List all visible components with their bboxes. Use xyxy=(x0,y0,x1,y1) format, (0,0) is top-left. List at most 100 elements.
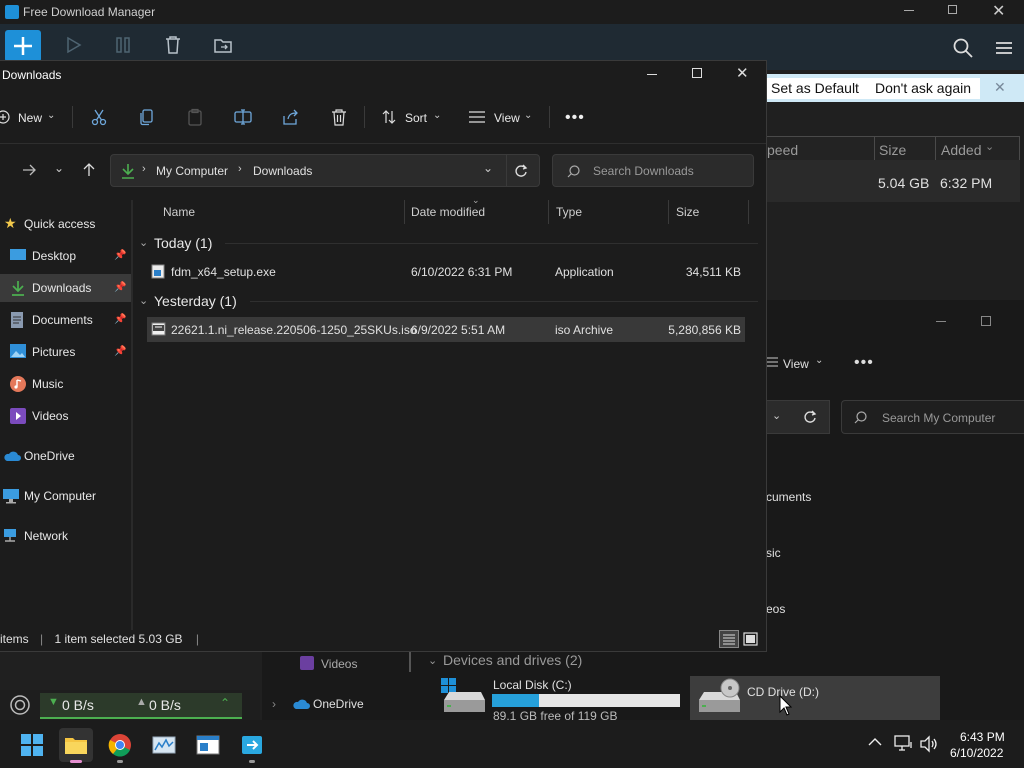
column-date-modified[interactable]: Date modified xyxy=(411,205,485,219)
documents-fragment[interactable]: cuments xyxy=(766,490,811,504)
breadcrumb-my-computer[interactable]: My Computer xyxy=(156,164,228,178)
volume-icon[interactable] xyxy=(919,735,939,753)
up-icon[interactable] xyxy=(82,163,96,177)
drive-c-label[interactable]: Local Disk (C:) xyxy=(493,678,572,692)
videos-fragment[interactable]: eos xyxy=(766,602,785,616)
new-button[interactable]: New xyxy=(18,111,42,125)
my-computer-search-input[interactable]: Search My Computer xyxy=(841,400,1024,434)
status-item-count: items xyxy=(0,632,29,646)
resume-icon[interactable] xyxy=(63,33,85,57)
column-size[interactable]: Size xyxy=(676,205,699,219)
onedrive-icon xyxy=(3,450,21,466)
group-yesterday[interactable]: Yesterday (1) xyxy=(154,293,237,309)
recent-chevron-icon[interactable]: ⌄ xyxy=(54,161,64,175)
address-bar[interactable]: › My Computer › Downloads ⌄ xyxy=(110,154,540,187)
pause-icon[interactable] xyxy=(113,33,135,57)
sidebar-item-my-computer[interactable]: My Computer xyxy=(0,482,131,510)
chevron-down-icon[interactable]: ⌄ xyxy=(139,294,148,307)
sidebar-item-music[interactable]: Music xyxy=(0,370,131,398)
clock-date[interactable]: 6/10/2022 xyxy=(950,746,1003,760)
maximize-icon[interactable] xyxy=(981,316,991,326)
paste-icon[interactable] xyxy=(186,108,204,126)
maximize-icon[interactable] xyxy=(692,68,702,78)
column-divider[interactable] xyxy=(404,200,405,224)
drive-d-tile[interactable]: CD Drive (D:) xyxy=(690,676,940,720)
minimize-icon[interactable] xyxy=(936,321,946,322)
nav-pane-divider[interactable] xyxy=(131,200,133,630)
minimize-icon[interactable] xyxy=(904,10,914,11)
close-icon[interactable]: ✕ xyxy=(992,1,1005,21)
cut-icon[interactable] xyxy=(90,108,108,126)
chevron-down-icon[interactable]: ⌄ xyxy=(428,654,437,667)
more-options-icon[interactable]: ••• xyxy=(565,109,585,127)
network-icon[interactable] xyxy=(893,734,913,752)
chevron-up-icon[interactable]: ⌃ xyxy=(220,696,230,710)
nav-item-onedrive[interactable]: OneDrive xyxy=(313,697,364,711)
column-type[interactable]: Type xyxy=(556,205,582,219)
taskbar-app-window[interactable] xyxy=(191,728,225,762)
set-as-default-button[interactable]: Set as Default xyxy=(762,78,868,99)
table-row[interactable]: fdm_x64_setup.exe 6/10/2022 6:31 PM Appl… xyxy=(147,259,745,284)
file-name: 22621.1.ni_release.220506-1250_25SKUs.is… xyxy=(171,323,417,337)
more-options-icon[interactable]: ••• xyxy=(854,354,874,372)
delete-icon[interactable] xyxy=(162,33,184,57)
forward-icon[interactable] xyxy=(22,163,36,177)
table-row[interactable]: 22621.1.ni_release.220506-1250_25SKUs.is… xyxy=(147,317,745,342)
group-today[interactable]: Today (1) xyxy=(154,235,212,251)
close-notice-icon[interactable]: ✕ xyxy=(994,79,1006,96)
search-input[interactable]: Search Downloads xyxy=(552,154,754,187)
minimize-icon[interactable] xyxy=(647,74,657,75)
taskbar-file-explorer[interactable] xyxy=(59,728,93,763)
column-name[interactable]: Name xyxy=(163,205,195,219)
sidebar-item-onedrive[interactable]: OneDrive xyxy=(0,442,131,470)
sidebar-item-quick-access[interactable]: ★ Quick access xyxy=(0,210,131,238)
column-divider[interactable] xyxy=(748,200,749,224)
details-view-icon[interactable] xyxy=(719,630,739,648)
chevron-right-icon[interactable]: › xyxy=(272,697,276,711)
music-fragment[interactable]: sic xyxy=(766,546,781,560)
active-indicator xyxy=(70,760,82,763)
sidebar-item-network[interactable]: Network xyxy=(0,522,131,550)
drive-c-usage-fill xyxy=(492,694,539,707)
add-download-button[interactable] xyxy=(5,30,41,62)
col-size[interactable]: Size xyxy=(879,142,906,158)
dont-ask-again-button[interactable]: Don't ask again xyxy=(866,78,981,99)
restore-icon[interactable] xyxy=(948,5,957,14)
chevron-down-icon[interactable]: ⌄ xyxy=(139,236,148,249)
share-icon[interactable] xyxy=(282,108,300,126)
taskbar-resource-monitor[interactable] xyxy=(147,728,181,762)
trash-icon[interactable] xyxy=(330,108,348,126)
start-button[interactable] xyxy=(15,728,49,762)
address-bar-fragment[interactable]: ⌄ xyxy=(766,400,830,434)
chevron-up-icon[interactable] xyxy=(868,737,882,747)
snail-mode-icon[interactable] xyxy=(6,694,34,716)
clock-time[interactable]: 6:43 PM xyxy=(960,730,1005,744)
view-button[interactable]: View xyxy=(494,111,520,125)
nav-item-videos[interactable]: Videos xyxy=(321,657,357,671)
taskbar-chrome[interactable] xyxy=(103,728,137,763)
breadcrumb-downloads[interactable]: Downloads xyxy=(253,164,312,178)
menu-icon[interactable] xyxy=(994,40,1014,56)
mouse-cursor-icon xyxy=(779,695,793,717)
copy-icon[interactable] xyxy=(138,108,156,126)
sidebar-item-pictures[interactable]: Pictures 📌 xyxy=(0,338,131,366)
column-divider[interactable] xyxy=(668,200,669,224)
column-divider[interactable] xyxy=(548,200,549,224)
search-icon[interactable] xyxy=(952,37,974,59)
rename-icon[interactable] xyxy=(234,108,252,126)
folder-icon[interactable] xyxy=(212,33,234,57)
close-icon[interactable]: ✕ xyxy=(736,64,749,82)
chevron-down-icon[interactable]: ⌄ xyxy=(483,161,493,175)
taskbar-free-download-manager[interactable] xyxy=(235,728,269,763)
file-type: iso Archive xyxy=(555,323,614,337)
col-added[interactable]: Added xyxy=(941,142,981,158)
col-speed[interactable]: peed xyxy=(767,142,798,158)
sidebar-item-videos[interactable]: Videos xyxy=(0,402,131,430)
large-icons-view-icon[interactable] xyxy=(742,630,760,648)
sidebar-item-downloads[interactable]: Downloads 📌 xyxy=(0,274,131,302)
sidebar-item-documents[interactable]: Documents 📌 xyxy=(0,306,131,334)
sort-button[interactable]: Sort xyxy=(405,111,427,125)
view-button[interactable]: View xyxy=(783,357,809,371)
table-row[interactable]: 5.04 GB 6:32 PM xyxy=(766,160,1020,202)
sidebar-item-desktop[interactable]: Desktop 📌 xyxy=(0,242,131,270)
